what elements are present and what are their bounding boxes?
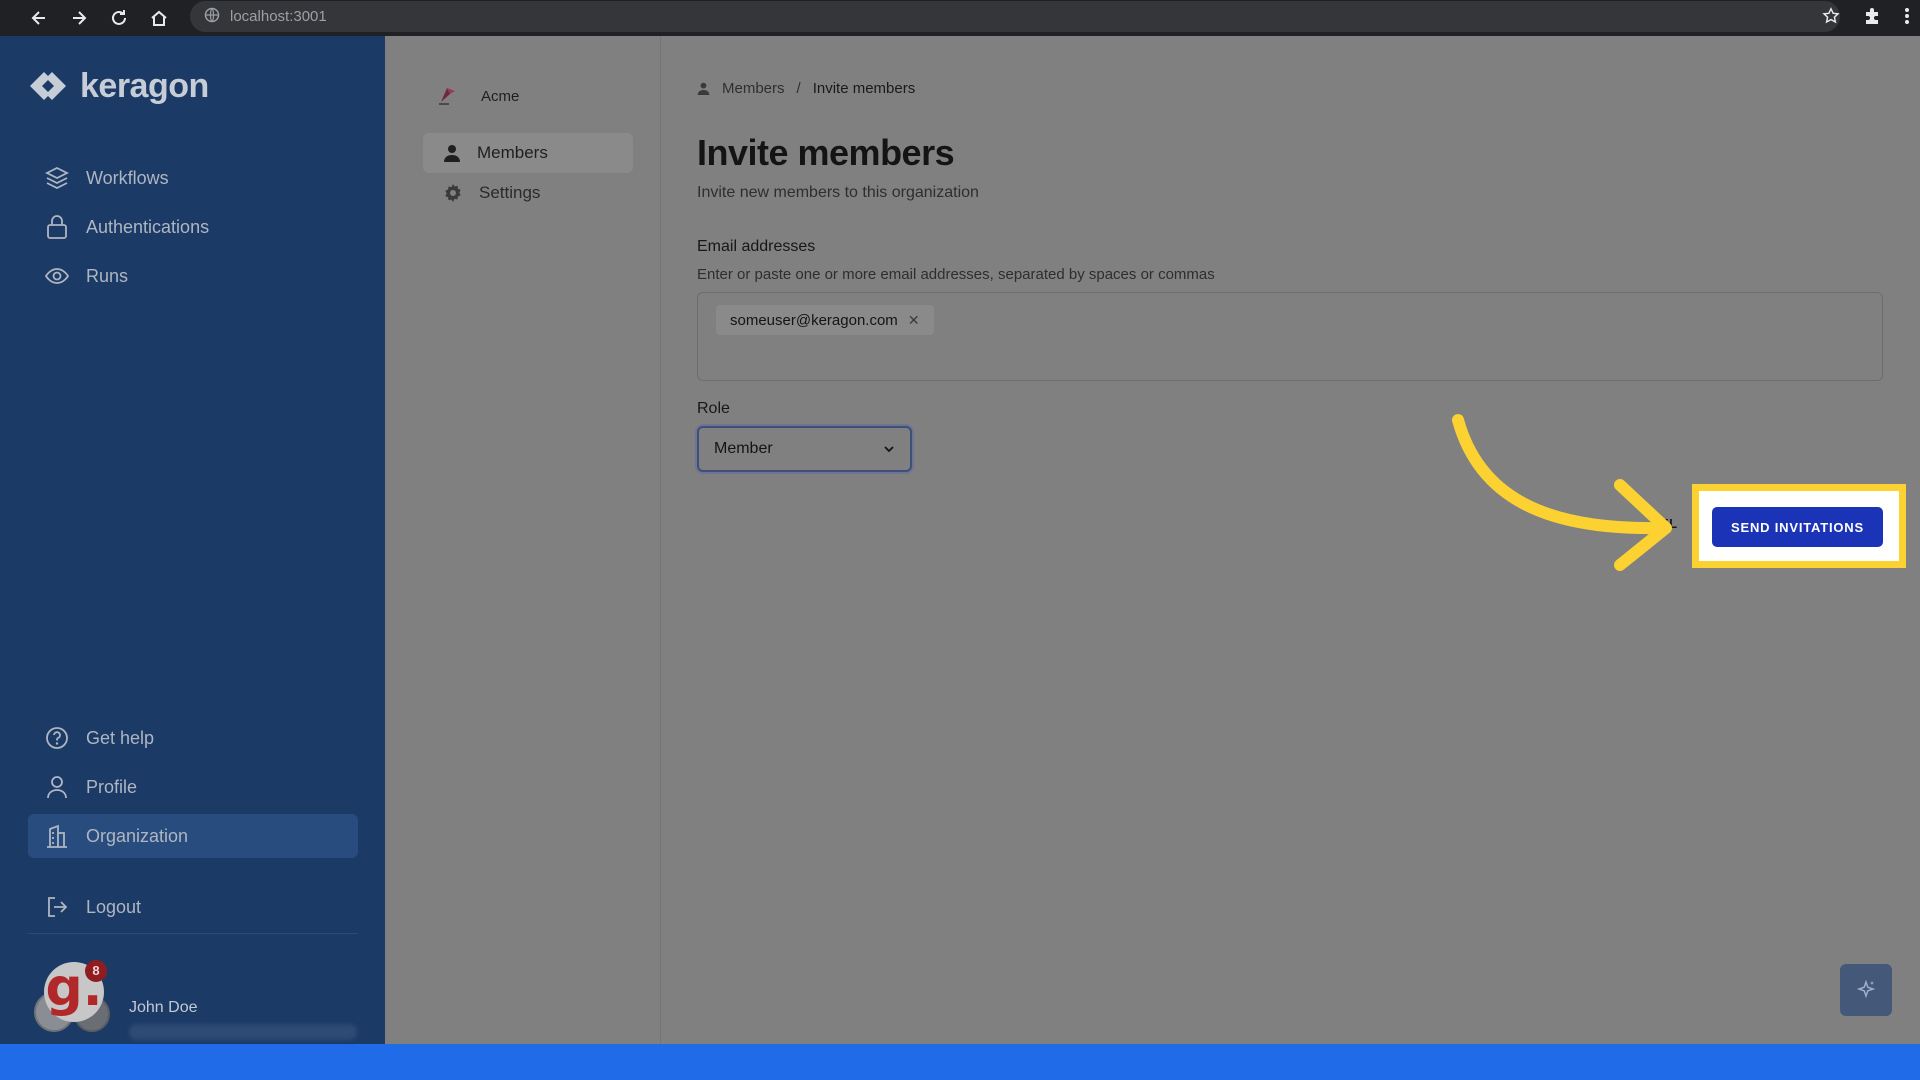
forward-icon[interactable] — [66, 5, 92, 31]
sparkle-icon — [1856, 979, 1876, 999]
avatar[interactable]: g. 8 — [34, 960, 114, 1032]
extensions-icon[interactable] — [1862, 6, 1882, 31]
url-text: localhost:3001 — [230, 8, 327, 25]
org-subnav: Acme Members Settings — [385, 36, 661, 1044]
sidebar-divider — [28, 933, 358, 934]
sidebar-item-runs[interactable]: Runs — [28, 254, 358, 298]
logo-text: keragon — [80, 66, 209, 105]
sidebar-item-label: Get help — [86, 727, 155, 748]
email-input[interactable]: someuser@keragon.com ✕ — [697, 292, 1883, 381]
sidebar-item-logout[interactable]: Logout — [28, 885, 358, 929]
breadcrumb-current: Invite members — [812, 80, 916, 97]
user-card[interactable]: g. 8 John Doe — [34, 936, 364, 1040]
help-circle-icon — [46, 727, 68, 749]
subnav-item-members[interactable]: Members — [423, 133, 633, 173]
gear-icon — [445, 184, 461, 202]
browser-actions — [1822, 0, 1910, 36]
browser-toolbar: localhost:3001 — [0, 0, 1920, 36]
sidebar-item-label: Profile — [86, 776, 138, 797]
email-chip-label: someuser@keragon.com — [730, 311, 898, 329]
role-select-value: Member — [714, 440, 773, 457]
page-title: Invite members — [697, 132, 955, 173]
subnav-item-settings[interactable]: Settings — [423, 173, 633, 213]
email-hint: Enter or paste one or more email address… — [697, 266, 1215, 283]
chevron-down-icon — [884, 446, 894, 453]
subnav-item-label: Settings — [479, 183, 541, 202]
sidebar-item-organization[interactable]: Organization — [28, 814, 358, 858]
remove-chip-icon[interactable]: ✕ — [908, 312, 920, 329]
sidebar-item-workflows[interactable]: Workflows — [28, 156, 358, 200]
breadcrumb-separator: / — [796, 80, 801, 97]
logout-icon — [48, 897, 68, 917]
org-header: Acme — [435, 84, 519, 108]
address-bar[interactable]: localhost:3001 — [190, 1, 1840, 32]
reload-icon[interactable] — [106, 5, 132, 31]
lock-icon — [47, 215, 67, 239]
sidebar-item-label: Workflows — [86, 167, 169, 188]
sidebar-item-authentications[interactable]: Authentications — [28, 205, 358, 249]
keragon-logo[interactable]: keragon — [26, 66, 209, 106]
sidebar-item-get-help[interactable]: Get help — [28, 716, 358, 760]
user-name: John Doe — [129, 999, 198, 1016]
sidebar-item-profile[interactable]: Profile — [28, 765, 358, 809]
org-name: Acme — [481, 87, 520, 105]
breadcrumb: Members / Invite members — [697, 80, 915, 97]
browser-menu-icon[interactable] — [1904, 6, 1910, 31]
notification-badge: 8 — [85, 960, 107, 982]
role-label: Role — [697, 400, 730, 417]
site-info-icon[interactable] — [204, 7, 220, 27]
sidebar-item-label: Logout — [86, 896, 142, 917]
breadcrumb-members-link[interactable]: Members — [722, 80, 785, 97]
bookmark-star-icon[interactable] — [1822, 6, 1840, 30]
email-label: Email addresses — [697, 238, 816, 255]
person-icon — [444, 145, 460, 162]
user-icon — [47, 776, 67, 799]
user-email-blurred — [129, 1024, 357, 1040]
person-icon — [697, 82, 710, 95]
role-select[interactable]: Member — [697, 426, 912, 472]
pointer-arrow-icon — [1452, 414, 1672, 571]
building-icon — [47, 824, 67, 848]
email-chip: someuser@keragon.com ✕ — [716, 305, 934, 335]
page-subtitle: Invite new members to this organization — [697, 184, 979, 201]
org-logo-icon — [435, 84, 459, 108]
eye-icon — [44, 268, 70, 284]
layers-icon — [44, 166, 70, 190]
home-icon[interactable] — [146, 5, 172, 31]
send-invitations-button[interactable]: SEND INVITATIONS — [1712, 507, 1883, 547]
sidebar-item-label: Organization — [86, 825, 189, 846]
assistant-button[interactable] — [1840, 964, 1892, 1016]
browser-nav — [0, 5, 172, 31]
sidebar-item-label: Authentications — [86, 216, 210, 237]
sidebar-item-label: Runs — [86, 265, 129, 286]
sidebar: keragon Workflows Authentications Runs G… — [0, 36, 385, 1044]
back-icon[interactable] — [26, 5, 52, 31]
subnav-item-label: Members — [477, 143, 548, 162]
keragon-logo-icon — [30, 72, 66, 100]
